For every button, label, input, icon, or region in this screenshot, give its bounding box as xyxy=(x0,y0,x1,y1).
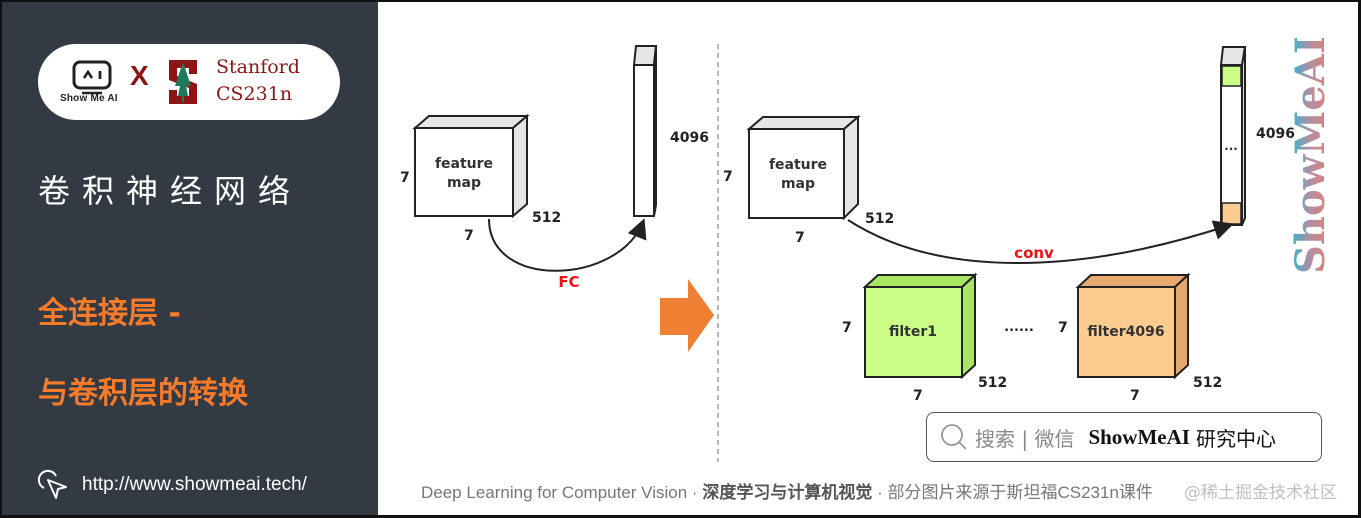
slide-frame xyxy=(0,0,1361,518)
